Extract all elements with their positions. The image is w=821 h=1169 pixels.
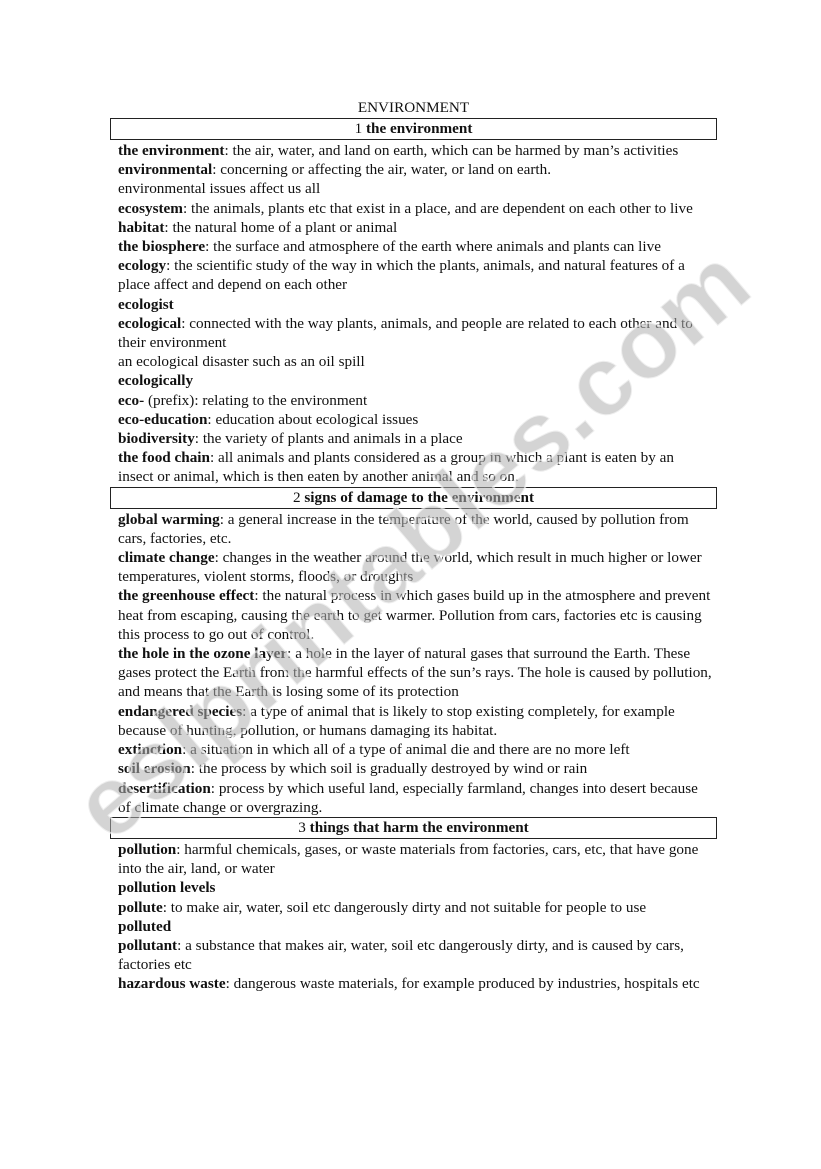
entry-term: pollutant [118, 936, 178, 954]
entry-term: global warming [118, 510, 220, 528]
entry-term: ecologically [118, 372, 194, 390]
entry-definition: the natural home of a plant or animal [164, 219, 397, 236]
entry-term: hazardous waste [118, 975, 226, 993]
entry-definition: the variety of plants and animals in a p… [195, 430, 463, 447]
entry-list: the environmentthe air, water, and land … [110, 141, 720, 487]
sections: 1 the environmentthe environmentthe air,… [110, 118, 717, 994]
entry-term: ecologist [118, 295, 174, 313]
glossary-entry: an ecological disaster such as an oil sp… [118, 352, 712, 371]
section-name: things that harm the environment [309, 818, 529, 836]
entry-list: global warminga general increase in the … [110, 510, 720, 817]
entry-term: soil erosion [118, 760, 191, 778]
entry-term: polluted [118, 917, 172, 935]
entry-term: ecology [118, 257, 167, 275]
glossary-entry: habitatthe natural home of a plant or an… [118, 218, 712, 237]
section-number: 3 [298, 818, 306, 836]
glossary-entry: pollutionharmful chemicals, gases, or wa… [118, 840, 712, 878]
entry-definition: to make air, water, soil etc dangerously… [163, 899, 646, 916]
entry-term: environmental [118, 161, 213, 179]
section-name: signs of damage to the environment [304, 488, 535, 506]
entry-definition: education about ecological issues [207, 411, 418, 428]
entry-list: pollutionharmful chemicals, gases, or wa… [110, 840, 720, 994]
glossary-entry: polluteto make air, water, soil etc dang… [118, 898, 712, 917]
entry-term: the hole in the ozone layer [118, 645, 288, 663]
entry-term: the food chain [118, 449, 210, 467]
glossary-entry: ecosystemthe animals, plants etc that ex… [118, 199, 712, 218]
entry-definition: a substance that makes air, water, soil … [118, 937, 684, 973]
glossary-entry: pollutanta substance that makes air, wat… [118, 936, 712, 974]
entry-term: pollute [118, 898, 163, 916]
glossary-entry: the greenhouse effectthe natural process… [118, 586, 712, 644]
glossary-entry: hazardous wastedangerous waste materials… [118, 974, 712, 993]
section-header: 1 the environment [110, 118, 717, 140]
entry-definition: a situation in which all of a type of an… [182, 741, 629, 758]
glossary-entry: the food chainall animals and plants con… [118, 448, 712, 486]
entry-term: climate change [118, 549, 215, 567]
glossary-entry: the environmentthe air, water, and land … [118, 141, 712, 160]
glossary-entry: pollution levels [118, 878, 712, 897]
entry-term: the greenhouse effect [118, 587, 255, 605]
glossary-entry: ecologythe scientific study of the way i… [118, 256, 712, 294]
glossary-entry: eco- (prefix): relating to the environme… [118, 391, 712, 410]
worksheet: ENVIRONMENT 1 the environment the environ… [110, 98, 717, 994]
glossary-entry: ecologist [118, 295, 712, 314]
glossary-entry: desertificationprocess by which useful l… [118, 779, 712, 817]
glossary-entry: the hole in the ozone layera hole in the… [118, 644, 712, 702]
entry-term: the environment [118, 142, 225, 159]
glossary-entry: endangered speciesa type of animal that … [118, 702, 712, 740]
entry-definition: the surface and atmosphere of the earth … [205, 238, 661, 255]
entry-definition: the scientific study of the way in which… [118, 257, 685, 293]
glossary-entry: eco-educationeducation about ecological … [118, 410, 712, 429]
glossary-entry: ecologically [118, 371, 712, 390]
entry-term: eco- [118, 391, 145, 409]
entry-term: endangered species [118, 702, 243, 720]
entry-term: pollution [118, 840, 177, 858]
entry-definition: concerning or affecting the air, water, … [212, 161, 551, 178]
section-name: the environment [365, 120, 473, 137]
section-number: 1 [354, 120, 363, 137]
entry-term: habitat [118, 218, 165, 236]
glossary-entry: soil erosionthe process by which soil is… [118, 759, 712, 778]
entry-definition: the air, water, and land on earth, which… [224, 142, 678, 159]
section-header: 2 signs of damage to the environment [110, 486, 717, 509]
glossary-entry: climate changechanges in the weather aro… [118, 548, 712, 586]
section-header: 3 things that harm the environment [110, 816, 717, 839]
glossary-entry: environmental issues affect us all [118, 179, 712, 198]
glossary-entry: the biospherethe surface and atmosphere … [118, 237, 712, 256]
glossary-entry: ecologicalconnected with the way plants,… [118, 314, 712, 352]
entry-term: ecological [118, 314, 182, 332]
entry-definition: the animals, plants etc that exist in a … [183, 200, 693, 217]
glossary-entry: environmentalconcerning or affecting the… [118, 160, 712, 179]
entry-definition: the process by which soil is gradually d… [191, 760, 588, 777]
section-number: 2 [292, 488, 301, 506]
glossary-entry: extinctiona situation in which all of a … [118, 740, 712, 759]
entry-term: the biosphere [118, 238, 206, 256]
glossary-entry: global warminga general increase in the … [118, 510, 712, 548]
entry-definition: connected with the way plants, animals, … [118, 315, 693, 351]
entry-definition: dangerous waste materials, for example p… [226, 975, 700, 992]
entry-definition: harmful chemicals, gases, or waste mater… [118, 841, 698, 877]
glossary-entry: biodiversitythe variety of plants and an… [118, 429, 712, 448]
entry-definition: (prefix): relating to the environment [147, 391, 368, 409]
entry-definition: environmental issues affect us all [118, 180, 321, 198]
entry-term: extinction [118, 741, 183, 759]
entry-term: pollution levels [118, 879, 216, 897]
glossary-entry: polluted [118, 917, 712, 936]
entry-term: desertification [118, 779, 211, 797]
entry-definition: an ecological disaster such as an oil sp… [118, 353, 365, 371]
entry-term: eco-education [118, 410, 208, 428]
entry-term: ecosystem [118, 199, 183, 217]
page-title: ENVIRONMENT [357, 99, 470, 116]
entry-term: biodiversity [118, 430, 195, 448]
